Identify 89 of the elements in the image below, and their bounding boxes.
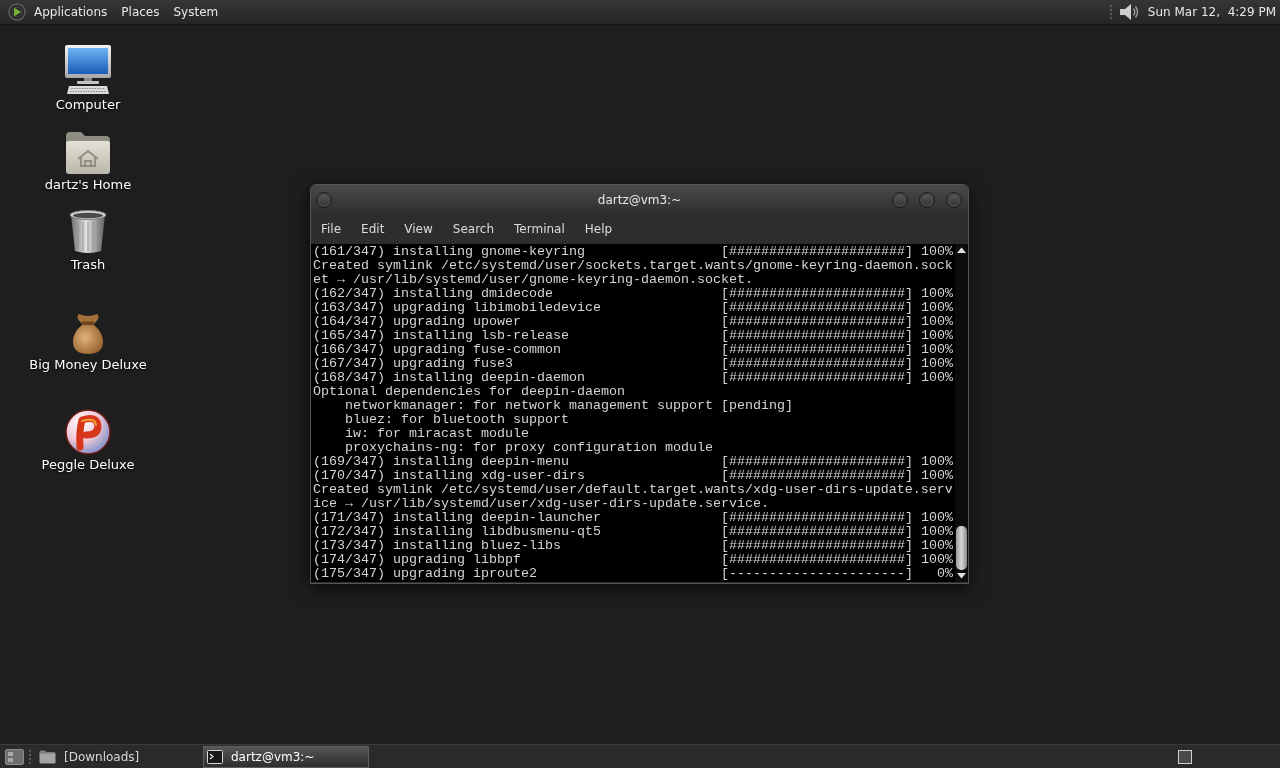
money-bag-icon[interactable] xyxy=(70,313,106,355)
clock[interactable]: Sun Mar 12, 4:29 PM xyxy=(1147,3,1276,21)
percent-text: 100% xyxy=(921,329,953,343)
progress-text: [######################] xyxy=(721,245,913,259)
menu-item[interactable]: Help xyxy=(574,217,623,241)
taskbar-button[interactable]: dartz@vm3:~ xyxy=(203,745,369,768)
terminal-icon xyxy=(207,749,223,764)
menu-item[interactable]: View xyxy=(394,217,443,241)
percent-text: 0% xyxy=(937,567,953,581)
package-status: (166/347) upgrading fuse-common xyxy=(313,343,561,357)
package-status: (172/347) installing libdbusmenu-qt5 xyxy=(313,525,601,539)
terminal-line: ice → /usr/lib/systemd/user/xdg-user-dirs-update.service. xyxy=(313,497,769,511)
computer-icon[interactable] xyxy=(64,45,112,95)
workspace-switcher[interactable] xyxy=(1178,749,1192,764)
drag-handle-icon[interactable] xyxy=(28,748,32,765)
package-status: (175/347) upgrading iproute2 xyxy=(313,567,537,581)
progress-text: [######################] xyxy=(721,329,913,343)
percent-text: 100% xyxy=(921,315,953,329)
percent-text: 100% xyxy=(921,455,953,469)
package-status: (174/347) upgrading libbpf xyxy=(313,553,521,567)
panel-menu[interactable]: Places xyxy=(114,0,167,24)
menu-item[interactable]: Terminal xyxy=(504,217,575,241)
scroll-down-icon[interactable] xyxy=(955,572,968,580)
progress-text: [######################] xyxy=(721,455,913,469)
percent-text: 100% xyxy=(921,525,953,539)
package-status: (161/347) installing gnome-keyring xyxy=(313,245,585,259)
progress-text: [----------------------] xyxy=(721,567,913,581)
progress-text: [######################] xyxy=(721,469,913,483)
percent-text: 100% xyxy=(921,469,953,483)
drag-handle-icon[interactable] xyxy=(1108,4,1113,20)
progress-text: [######################] xyxy=(721,301,913,315)
terminal-line: networkmanager: for network management support [pending] xyxy=(345,399,793,413)
progress-text: [######################] xyxy=(721,525,913,539)
folder-icon xyxy=(39,749,56,764)
package-status: (170/347) installing xdg-user-dirs xyxy=(313,469,585,483)
panel-menu[interactable]: Applications xyxy=(27,0,115,24)
terminal-line: Optional dependencies for deepin-daemon xyxy=(313,385,625,399)
desktop-icon-label[interactable]: Trash xyxy=(70,257,106,273)
terminal-line: et → /usr/lib/systemd/user/gnome-keyring-daemon.socket. xyxy=(313,273,753,287)
progress-text: [######################] xyxy=(721,553,913,567)
progress-text: [######################] xyxy=(721,511,913,525)
desktop-icon-label[interactable]: Computer xyxy=(55,97,121,113)
scroll-up-icon[interactable] xyxy=(955,246,968,254)
package-status: (167/347) upgrading fuse3 xyxy=(313,357,513,371)
home-folder-icon[interactable] xyxy=(65,131,111,175)
menu-item[interactable]: File xyxy=(311,217,352,241)
package-status: (171/347) installing deepin-launcher xyxy=(313,511,601,525)
desktop-icon-label[interactable]: Peggle Deluxe xyxy=(41,457,135,473)
percent-text: 100% xyxy=(921,539,953,553)
percent-text: 100% xyxy=(921,287,953,301)
percent-text: 100% xyxy=(921,357,953,371)
percent-text: 100% xyxy=(921,553,953,567)
progress-text: [######################] xyxy=(721,357,913,371)
menu-logo-icon[interactable] xyxy=(8,3,26,21)
percent-text: 100% xyxy=(921,245,953,259)
trash-icon[interactable] xyxy=(68,209,108,255)
progress-text: [######################] xyxy=(721,287,913,301)
percent-text: 100% xyxy=(921,343,953,357)
taskbar-button[interactable]: [Downloads] xyxy=(35,745,201,768)
terminal-line: iw: for miracast module xyxy=(345,427,529,441)
scrollbar[interactable] xyxy=(955,244,968,582)
package-status: (163/347) upgrading libimobiledevice xyxy=(313,301,601,315)
package-status: (165/347) installing lsb-release xyxy=(313,329,569,343)
package-status: (169/347) installing deepin-menu xyxy=(313,455,569,469)
percent-text: 100% xyxy=(921,371,953,385)
menu-item[interactable]: Edit xyxy=(351,217,395,241)
package-status: (173/347) installing bluez-libs xyxy=(313,539,561,553)
terminal-line: Created symlink /etc/systemd/user/sockets.target.wants/gnome-keyring-daemon.sock xyxy=(313,259,953,273)
menu-item[interactable]: Search xyxy=(442,217,505,241)
progress-text: [######################] xyxy=(721,315,913,329)
progress-text: [######################] xyxy=(721,343,913,357)
ball-logo-icon[interactable] xyxy=(65,409,111,455)
window-title: dartz@vm3:~ xyxy=(597,191,682,209)
terminal-line: bluez: for bluetooth support xyxy=(345,413,569,427)
panel-menu[interactable]: System xyxy=(166,0,226,24)
scrollbar-thumb[interactable] xyxy=(956,526,967,570)
package-status: (168/347) installing deepin-daemon xyxy=(313,371,585,385)
progress-text: [######################] xyxy=(721,539,913,553)
package-status: (164/347) upgrading upower xyxy=(313,315,521,329)
terminal-line: proxychains-ng: for proxy configuration module xyxy=(345,441,713,455)
percent-text: 100% xyxy=(921,301,953,315)
percent-text: 100% xyxy=(921,511,953,525)
terminal-line: Created symlink /etc/systemd/user/default.target.wants/xdg-user-dirs-update.serv xyxy=(313,483,953,497)
show-desktop-icon[interactable] xyxy=(5,748,24,765)
desktop-icon-label[interactable]: dartz's Home xyxy=(44,177,132,193)
package-status: (162/347) installing dmidecode xyxy=(313,287,553,301)
progress-text: [######################] xyxy=(721,371,913,385)
volume-icon[interactable] xyxy=(1117,2,1140,22)
desktop-icon-label[interactable]: Big Money Deluxe xyxy=(29,357,147,373)
